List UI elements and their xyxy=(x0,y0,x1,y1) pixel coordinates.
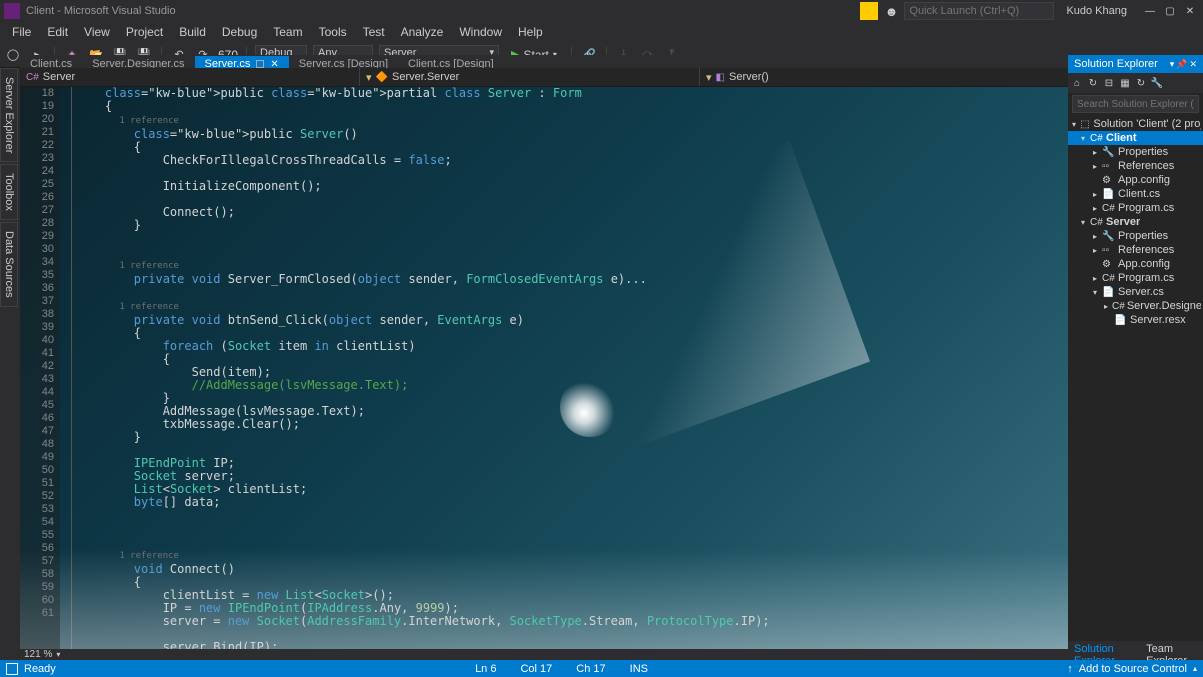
breadcrumb-type[interactable]: ▾ 🔶 Server.Server xyxy=(360,68,700,86)
server-explorer-tab[interactable]: Server Explorer xyxy=(0,68,18,162)
close-button[interactable]: ✕ xyxy=(1181,2,1199,20)
solution-explorer-footer-tab[interactable]: Solution Explorer xyxy=(1068,641,1140,660)
tree-node[interactable]: ▾C#Client xyxy=(1068,131,1203,145)
breadcrumb-member[interactable]: ▾ ◧ Server() xyxy=(700,68,1068,86)
menu-project[interactable]: Project xyxy=(118,23,171,41)
solution-tree[interactable]: ▾ ⬚ Solution 'Client' (2 projects) ▾C#Cl… xyxy=(1068,115,1203,641)
solution-root-node[interactable]: ▾ ⬚ Solution 'Client' (2 projects) xyxy=(1068,117,1203,131)
maximize-button[interactable]: ▢ xyxy=(1161,2,1179,20)
title-bar: Client - Microsoft Visual Studio ☻ Kudo … xyxy=(0,0,1203,22)
panel-footer-tabs: Solution Explorer Team Explorer xyxy=(1068,641,1203,660)
csharp-project-icon: C# xyxy=(26,72,39,83)
tree-node[interactable]: ⚙App.config xyxy=(1068,173,1203,187)
menu-view[interactable]: View xyxy=(76,23,118,41)
vs-logo-icon xyxy=(4,3,20,19)
tree-node[interactable]: ▸C#Server.Designer.cs xyxy=(1068,299,1203,313)
solution-search-input[interactable] xyxy=(1072,95,1199,113)
method-icon: ◧ xyxy=(716,72,725,83)
menu-file[interactable]: File xyxy=(4,23,39,41)
sync-icon[interactable]: ↻ xyxy=(1086,76,1100,90)
home-icon[interactable]: ⌂ xyxy=(1070,76,1084,90)
tree-node[interactable]: ▸▫▫References xyxy=(1068,243,1203,257)
status-ready: Ready xyxy=(24,663,56,675)
quick-launch-input[interactable] xyxy=(904,2,1054,20)
notification-flag-icon[interactable] xyxy=(860,2,878,20)
tree-node[interactable]: 📄Server.resx xyxy=(1068,313,1203,327)
tree-node[interactable]: ⚙App.config xyxy=(1068,257,1203,271)
pin-icon[interactable] xyxy=(256,60,264,68)
menu-team[interactable]: Team xyxy=(265,23,310,41)
menu-analyze[interactable]: Analyze xyxy=(393,23,452,41)
navigation-bar: C# Server ▾ 🔶 Server.Server ▾ ◧ Server() xyxy=(20,68,1068,87)
properties-icon[interactable]: 🔧 xyxy=(1150,76,1164,90)
status-ch: Ch 17 xyxy=(564,663,617,675)
menu-tools[interactable]: Tools xyxy=(311,23,355,41)
solution-explorer-toolbar: ⌂ ↻ ⊟ ▦ ↻ 🔧 xyxy=(1068,73,1203,93)
menu-bar: File Edit View Project Build Debug Team … xyxy=(0,22,1203,42)
status-icon xyxy=(6,663,18,675)
code-editor[interactable]: 1819202122232425262728293034353637383940… xyxy=(20,87,1068,649)
refresh-icon[interactable]: ↻ xyxy=(1134,76,1148,90)
tree-node[interactable]: ▾C#Server xyxy=(1068,215,1203,229)
menu-debug[interactable]: Debug xyxy=(214,23,265,41)
tree-node[interactable]: ▸📄Client.cs xyxy=(1068,187,1203,201)
zoom-indicator[interactable]: 121 %▾ xyxy=(20,649,1068,660)
tree-node[interactable]: ▸▫▫References xyxy=(1068,159,1203,173)
tree-node[interactable]: ▾📄Server.cs xyxy=(1068,285,1203,299)
line-number-gutter: 1819202122232425262728293034353637383940… xyxy=(20,87,60,649)
solution-explorer-titlebar: Solution Explorer ▾ 📌 ✕ xyxy=(1068,55,1203,73)
collapse-icon[interactable]: ⊟ xyxy=(1102,76,1116,90)
add-source-control-button[interactable]: Add to Source Control xyxy=(1079,663,1187,675)
team-explorer-footer-tab[interactable]: Team Explorer xyxy=(1140,641,1203,660)
solution-icon: ⬚ xyxy=(1080,119,1091,130)
tree-node[interactable]: ▸C#Program.cs xyxy=(1068,271,1203,285)
tree-node[interactable]: ▸🔧Properties xyxy=(1068,229,1203,243)
minimize-button[interactable]: — xyxy=(1141,2,1159,20)
solution-explorer-panel: Solution Explorer ▾ 📌 ✕ ⌂ ↻ ⊟ ▦ ↻ 🔧 ▾ ⬚ … xyxy=(1068,55,1203,660)
menu-test[interactable]: Test xyxy=(355,23,393,41)
left-side-tabs: Server Explorer Toolbox Data Sources xyxy=(0,68,20,660)
status-col: Col 17 xyxy=(508,663,564,675)
menu-build[interactable]: Build xyxy=(171,23,214,41)
status-ins: INS xyxy=(618,663,660,675)
menu-help[interactable]: Help xyxy=(510,23,551,41)
status-line: Ln 6 xyxy=(463,663,508,675)
publish-icon[interactable] xyxy=(1067,663,1073,675)
class-icon: 🔶 xyxy=(376,72,388,83)
status-bar: Ready Ln 6 Col 17 Ch 17 INS Add to Sourc… xyxy=(0,660,1203,677)
panel-dropdown-icon[interactable]: ▾ xyxy=(1170,59,1175,70)
toolbox-tab[interactable]: Toolbox xyxy=(0,164,18,220)
menu-window[interactable]: Window xyxy=(451,23,510,41)
panel-close-icon[interactable]: ✕ xyxy=(1189,59,1197,70)
code-content[interactable]: class="kw-blue">public class="kw-blue">p… xyxy=(72,87,1068,649)
breadcrumb-project[interactable]: C# Server xyxy=(20,68,360,86)
data-sources-tab[interactable]: Data Sources xyxy=(0,222,18,307)
feedback-icon[interactable]: ☻ xyxy=(882,2,900,20)
panel-title-text: Solution Explorer xyxy=(1074,58,1158,70)
tree-node[interactable]: ▸🔧Properties xyxy=(1068,145,1203,159)
signed-in-user[interactable]: Kudo Khang xyxy=(1066,5,1127,17)
panel-pin-icon[interactable]: 📌 xyxy=(1176,59,1187,70)
window-title: Client - Microsoft Visual Studio xyxy=(26,5,176,17)
show-all-files-icon[interactable]: ▦ xyxy=(1118,76,1132,90)
tree-node[interactable]: ▸C#Program.cs xyxy=(1068,201,1203,215)
menu-edit[interactable]: Edit xyxy=(39,23,76,41)
